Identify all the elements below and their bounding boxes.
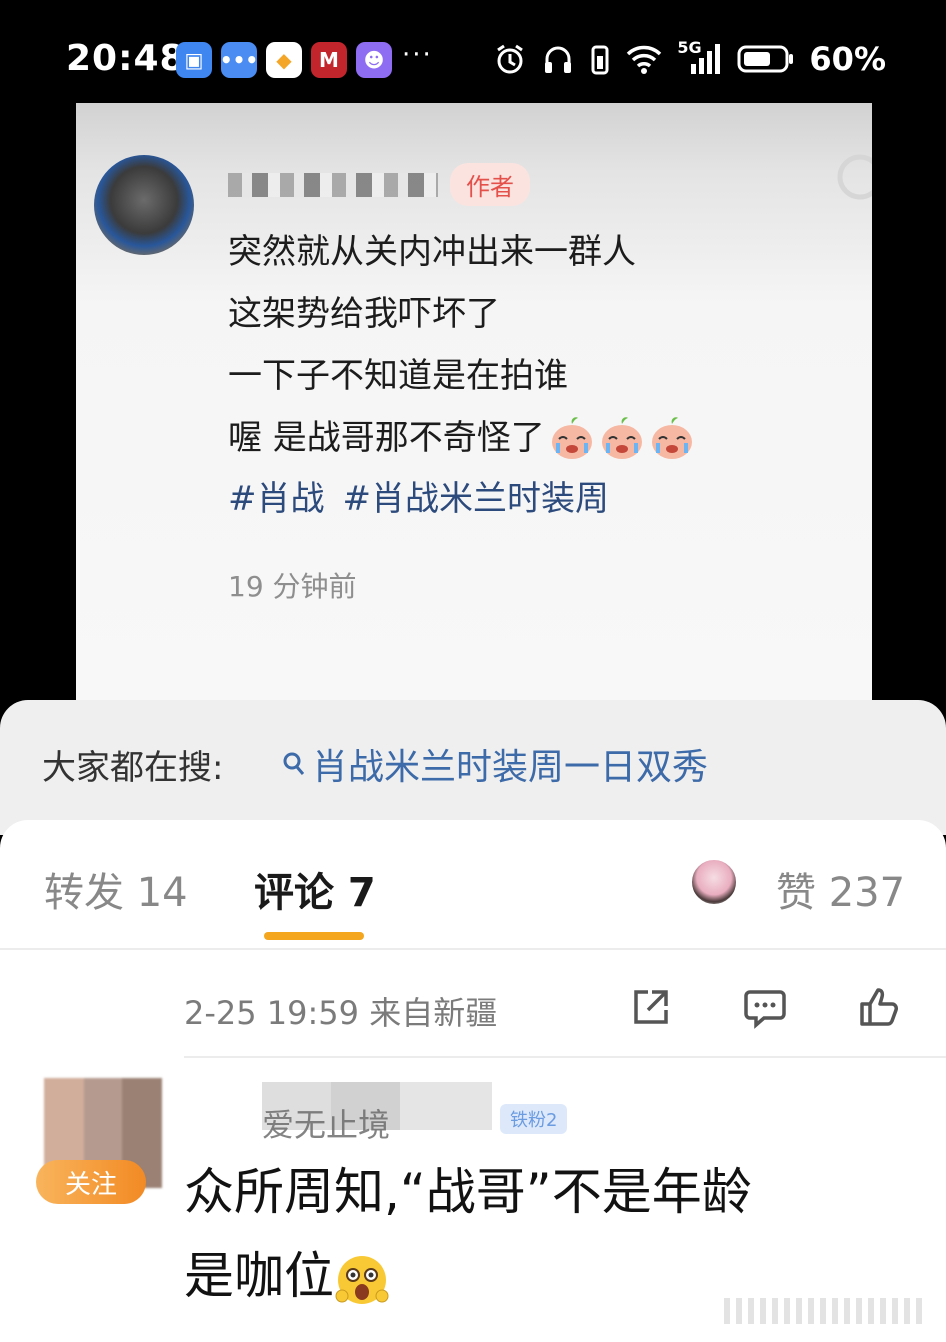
- trending-search-link[interactable]: 肖战米兰时装周一日双秀: [282, 738, 708, 790]
- notification-icons: ▣ ••• ◆ M ☻: [176, 42, 392, 78]
- hashtag-link[interactable]: #肖战: [228, 471, 325, 520]
- message-icon: •••: [220, 42, 258, 78]
- shocked-emoji-icon: [335, 1255, 389, 1304]
- crying-emoji-icon: [651, 417, 692, 459]
- post-line: 一下子不知道是在拍谁: [228, 356, 568, 396]
- post-timestamp: 19 分钟前: [228, 570, 357, 603]
- post-line: 这架势给我吓坏了: [228, 294, 500, 334]
- divider: [184, 1056, 946, 1058]
- commenter-name[interactable]: 爱无止境: [262, 1100, 390, 1146]
- post-hashtags: #肖战 #肖战米兰时装周: [228, 471, 609, 520]
- thumbs-up-icon[interactable]: [856, 984, 902, 1030]
- comment-text: 众所周知,“战哥”不是年龄 是咖位: [184, 1150, 904, 1318]
- more-notifications-icon: ···: [402, 40, 433, 70]
- tab-comment[interactable]: 评论 7: [254, 860, 376, 918]
- post-actions: [628, 984, 902, 1030]
- wifi-icon: [627, 45, 662, 74]
- post-line: 喔 是战哥那不奇怪了: [228, 418, 545, 458]
- search-icon[interactable]: [830, 147, 872, 217]
- tab-like[interactable]: 赞 237: [776, 860, 905, 918]
- post-source: 来自新疆: [369, 994, 498, 1032]
- battery-percentage: 60%: [809, 40, 886, 78]
- author-badge: 作者: [450, 163, 530, 206]
- fan-level-badge: 铁粉2: [500, 1104, 568, 1134]
- trending-search-bar: 大家都在搜: 肖战米兰时装周一日双秀: [0, 700, 946, 835]
- cellular-signal-icon: 5G: [677, 38, 723, 76]
- author-name-redacted[interactable]: [228, 173, 438, 197]
- crying-emoji-icon: [551, 417, 592, 459]
- tab-repost[interactable]: 转发 14: [44, 860, 188, 918]
- hashtag-link[interactable]: #肖战米兰时装周: [343, 471, 610, 520]
- post-text: 突然就从关内冲出来一群人 这架势给我吓坏了 一下子不知道是在拍谁 喔 是战哥那不…: [228, 221, 695, 469]
- author-avatar[interactable]: [94, 155, 194, 255]
- search-small-icon: [283, 752, 305, 775]
- earbuds-battery-icon: [591, 45, 609, 75]
- post-datetime: 2-25 19:59: [184, 994, 360, 1032]
- chat-app-icon: ☻: [356, 42, 392, 78]
- post-card: ‹ 作者 突然就从关内冲出来一群人 这架势给我吓坏了 一下子不知道是在拍谁 喔 …: [76, 103, 872, 713]
- photos-app-icon: ◆: [266, 42, 302, 78]
- bottom-watermark: [724, 1298, 924, 1324]
- trending-search-label: 大家都在搜:: [42, 748, 224, 788]
- comment-icon[interactable]: [742, 984, 788, 1030]
- trending-search-query: 肖战米兰时装周一日双秀: [312, 747, 709, 788]
- crying-emoji-icon: [601, 417, 642, 459]
- liker-avatar[interactable]: [690, 858, 738, 906]
- status-time: 20:48: [66, 38, 186, 79]
- comment-line: 是咖位: [184, 1247, 334, 1305]
- comment-line: 众所周知,“战哥”不是年龄: [184, 1163, 752, 1221]
- comments-panel: 转发 14 评论 7 赞 237 2-25 19:59 来自新疆 关注 爱无止境…: [0, 820, 946, 1342]
- status-bar: 20:48 ▣ ••• ◆ M ☻ ··· 5G 60%: [0, 0, 946, 100]
- app-notification-icon: ▣: [176, 42, 212, 78]
- post-line: 突然就从关内冲出来一群人: [228, 232, 636, 272]
- follow-button[interactable]: 关注: [36, 1160, 146, 1204]
- system-indicators: 5G 60%: [493, 38, 886, 78]
- post-meta: 2-25 19:59 来自新疆: [184, 988, 497, 1034]
- active-tab-indicator: [264, 932, 364, 940]
- battery-icon: [737, 45, 794, 73]
- post-line-with-emoji: 喔 是战哥那不奇怪了: [228, 407, 695, 469]
- alarm-icon: [497, 44, 524, 74]
- bank-app-icon: M: [311, 42, 347, 78]
- share-icon[interactable]: [628, 984, 674, 1030]
- headphones-icon: [545, 46, 572, 73]
- interaction-tabs: 转发 14 评论 7 赞 237: [0, 820, 946, 950]
